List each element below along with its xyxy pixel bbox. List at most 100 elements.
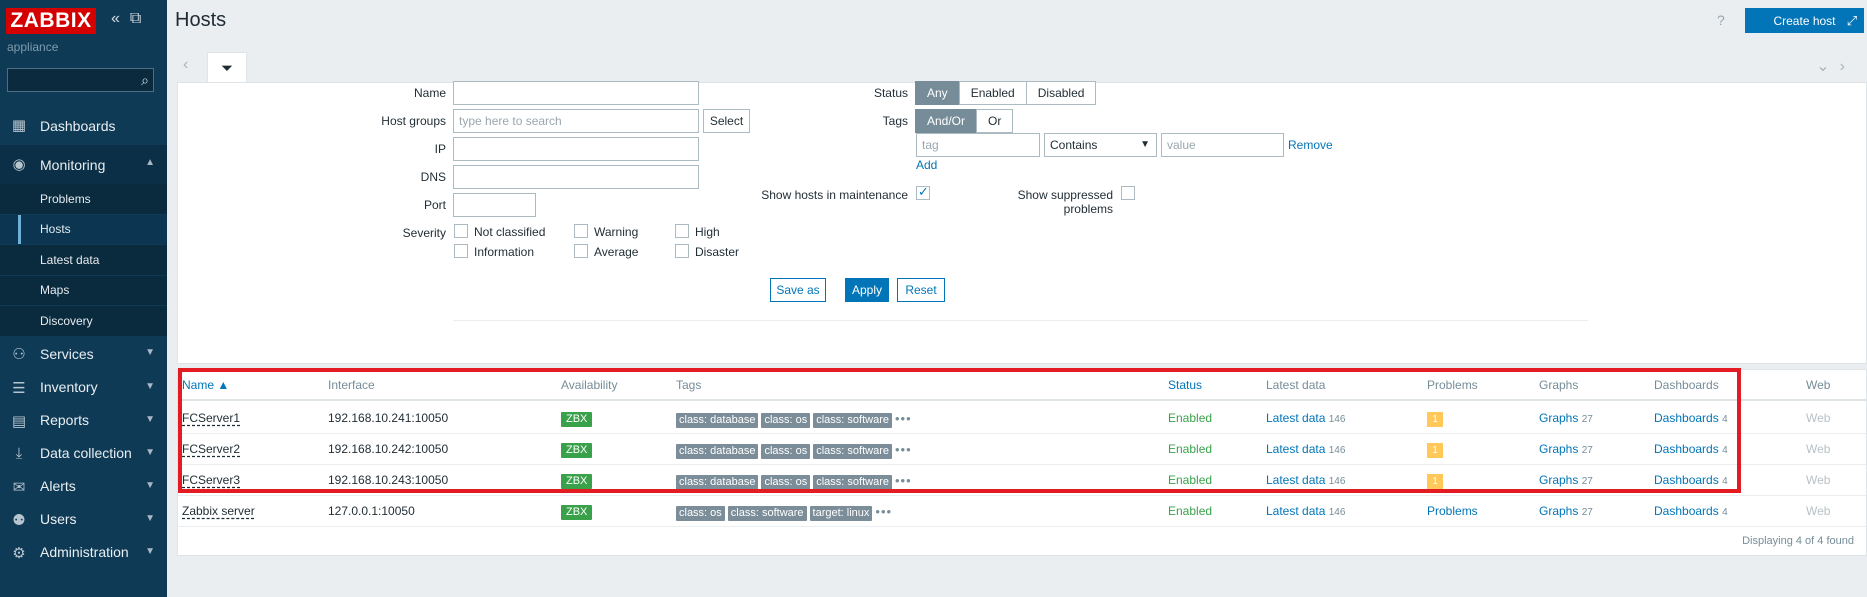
tag-badge[interactable]: class: software [813, 413, 892, 428]
more-tags-icon[interactable]: ••• [895, 473, 912, 488]
menu-users[interactable]: ⚉ Users ▼ [0, 503, 167, 536]
severity-disaster-checkbox[interactable] [675, 244, 689, 258]
problems-badge[interactable]: 1 [1427, 443, 1443, 458]
menu-administration[interactable]: ⚙ Administration ▼ [0, 536, 167, 569]
add-tag-link[interactable]: Add [916, 158, 937, 172]
dashboards-link[interactable]: Dashboards [1654, 473, 1719, 487]
zbx-availability-badge[interactable]: ZBX [561, 505, 593, 520]
column-name[interactable]: Name ▲ [182, 370, 229, 401]
problems-badge[interactable]: 1 [1427, 474, 1443, 489]
column-status[interactable]: Status [1168, 370, 1202, 401]
remove-tag-link[interactable]: Remove [1288, 138, 1333, 152]
port-input[interactable] [453, 193, 536, 217]
host-name-link[interactable]: FCServer3 [182, 473, 240, 487]
tags-or-option[interactable]: Or [976, 109, 1014, 133]
menu-reports[interactable]: ▤ Reports ▼ [0, 404, 167, 437]
apply-button[interactable]: Apply [845, 278, 889, 302]
kiosk-mode-icon[interactable]: ⧉ [130, 10, 141, 28]
search-icon[interactable]: ⌕ [141, 72, 149, 89]
tag-operator-value: Contains [1050, 138, 1098, 152]
zbx-availability-badge[interactable]: ZBX [561, 412, 593, 427]
severity-not-classified-checkbox[interactable] [454, 224, 468, 238]
severity-average-checkbox[interactable] [574, 244, 588, 258]
submenu-hosts[interactable]: Hosts [0, 214, 167, 245]
menu-dashboards[interactable]: ▦ Dashboards [0, 106, 167, 145]
sidebar-search-input[interactable]: ⌕ [7, 68, 154, 92]
tag-badge[interactable]: class: database [676, 475, 759, 490]
reset-button[interactable]: Reset [897, 278, 945, 302]
severity-high-checkbox[interactable] [675, 224, 689, 238]
tag-operator-select[interactable]: Contains ▼ [1044, 133, 1157, 157]
tag-value-input[interactable]: value [1161, 133, 1284, 157]
submenu-discovery[interactable]: Discovery [0, 306, 167, 337]
status-enabled-option[interactable]: Enabled [958, 81, 1027, 105]
tag-input[interactable]: tag [916, 133, 1040, 157]
fullscreen-icon[interactable]: ⤢ [1840, 8, 1864, 33]
host-status[interactable]: Enabled [1168, 434, 1212, 465]
host-status[interactable]: Enabled [1168, 496, 1212, 527]
tag-badge[interactable]: class: software [813, 475, 892, 490]
select-host-groups-button[interactable]: Select [703, 109, 750, 133]
help-icon[interactable]: ? [1717, 12, 1725, 28]
graphs-link[interactable]: Graphs [1539, 442, 1578, 456]
tag-badge[interactable]: class: database [676, 444, 759, 459]
save-as-button[interactable]: Save as [770, 278, 826, 302]
tag-badge[interactable]: target: linux [809, 506, 873, 521]
menu-monitoring[interactable]: ◉ Monitoring ▲ [0, 145, 167, 184]
host-name-link[interactable]: FCServer2 [182, 442, 240, 456]
host-groups-input[interactable]: type here to search [453, 109, 699, 133]
maintenance-checkbox[interactable] [916, 184, 930, 200]
tag-badge[interactable]: class: database [676, 413, 759, 428]
dns-input[interactable] [453, 165, 699, 189]
problems-badge[interactable]: 1 [1427, 412, 1443, 427]
zabbix-logo[interactable]: ZABBIX [6, 8, 96, 34]
tag-badge[interactable]: class: software [813, 444, 892, 459]
zbx-availability-badge[interactable]: ZBX [561, 474, 593, 489]
menu-services[interactable]: ⚇ Services ▼ [0, 337, 167, 371]
ip-input[interactable] [453, 137, 699, 161]
dashboards-link[interactable]: Dashboards [1654, 504, 1719, 518]
latest-data-link[interactable]: Latest data [1266, 504, 1325, 518]
tag-badge[interactable]: class: os [761, 413, 811, 428]
tag-badge[interactable]: class: os [676, 506, 725, 521]
graphs-link[interactable]: Graphs [1539, 504, 1578, 518]
host-status[interactable]: Enabled [1168, 403, 1212, 434]
host-name-link[interactable]: FCServer1 [182, 411, 240, 425]
host-name-link[interactable]: Zabbix server [182, 504, 255, 518]
status-any-option[interactable]: Any [915, 81, 960, 105]
menu-inventory[interactable]: ☰ Inventory ▼ [0, 371, 167, 404]
latest-data-link[interactable]: Latest data [1266, 411, 1325, 425]
filter-tab[interactable]: ⏷ [207, 52, 247, 83]
dashboards-link[interactable]: Dashboards [1654, 442, 1719, 456]
tag-badge[interactable]: class: os [761, 444, 811, 459]
dashboards-link[interactable]: Dashboards [1654, 411, 1719, 425]
tag-badge[interactable]: class: os [761, 475, 811, 490]
host-status[interactable]: Enabled [1168, 465, 1212, 496]
graphs-link[interactable]: Graphs [1539, 473, 1578, 487]
more-tags-icon[interactable]: ••• [895, 442, 912, 457]
tags-and-or-option[interactable]: And/Or [915, 109, 978, 133]
dashboards-count: 4 [1722, 507, 1728, 518]
collapse-sidebar-icon[interactable]: « [111, 10, 120, 28]
tag-badge[interactable]: class: software [727, 506, 807, 521]
menu-alerts[interactable]: ✉ Alerts ▼ [0, 470, 167, 503]
name-input[interactable] [453, 81, 699, 105]
latest-data-link[interactable]: Latest data [1266, 442, 1325, 456]
suppressed-checkbox[interactable] [1121, 186, 1135, 200]
menu-data-collection[interactable]: ⤓ Data collection ▼ [0, 437, 167, 470]
tab-nav-icons[interactable]: ⌄› [1816, 56, 1855, 76]
status-disabled-option[interactable]: Disabled [1025, 81, 1097, 105]
menu-label: Users [40, 511, 77, 527]
severity-warning-checkbox[interactable] [574, 224, 588, 238]
submenu-maps[interactable]: Maps [0, 276, 167, 306]
zbx-availability-badge[interactable]: ZBX [561, 443, 593, 458]
more-tags-icon[interactable]: ••• [895, 411, 912, 426]
severity-information-checkbox[interactable] [454, 244, 468, 258]
chevron-left-icon[interactable]: ‹ [183, 56, 188, 74]
latest-data-link[interactable]: Latest data [1266, 473, 1325, 487]
problems-link[interactable]: Problems [1427, 504, 1478, 518]
graphs-link[interactable]: Graphs [1539, 411, 1578, 425]
more-tags-icon[interactable]: ••• [875, 504, 892, 519]
submenu-problems[interactable]: Problems [0, 184, 167, 215]
submenu-latest-data[interactable]: Latest data [0, 245, 167, 276]
